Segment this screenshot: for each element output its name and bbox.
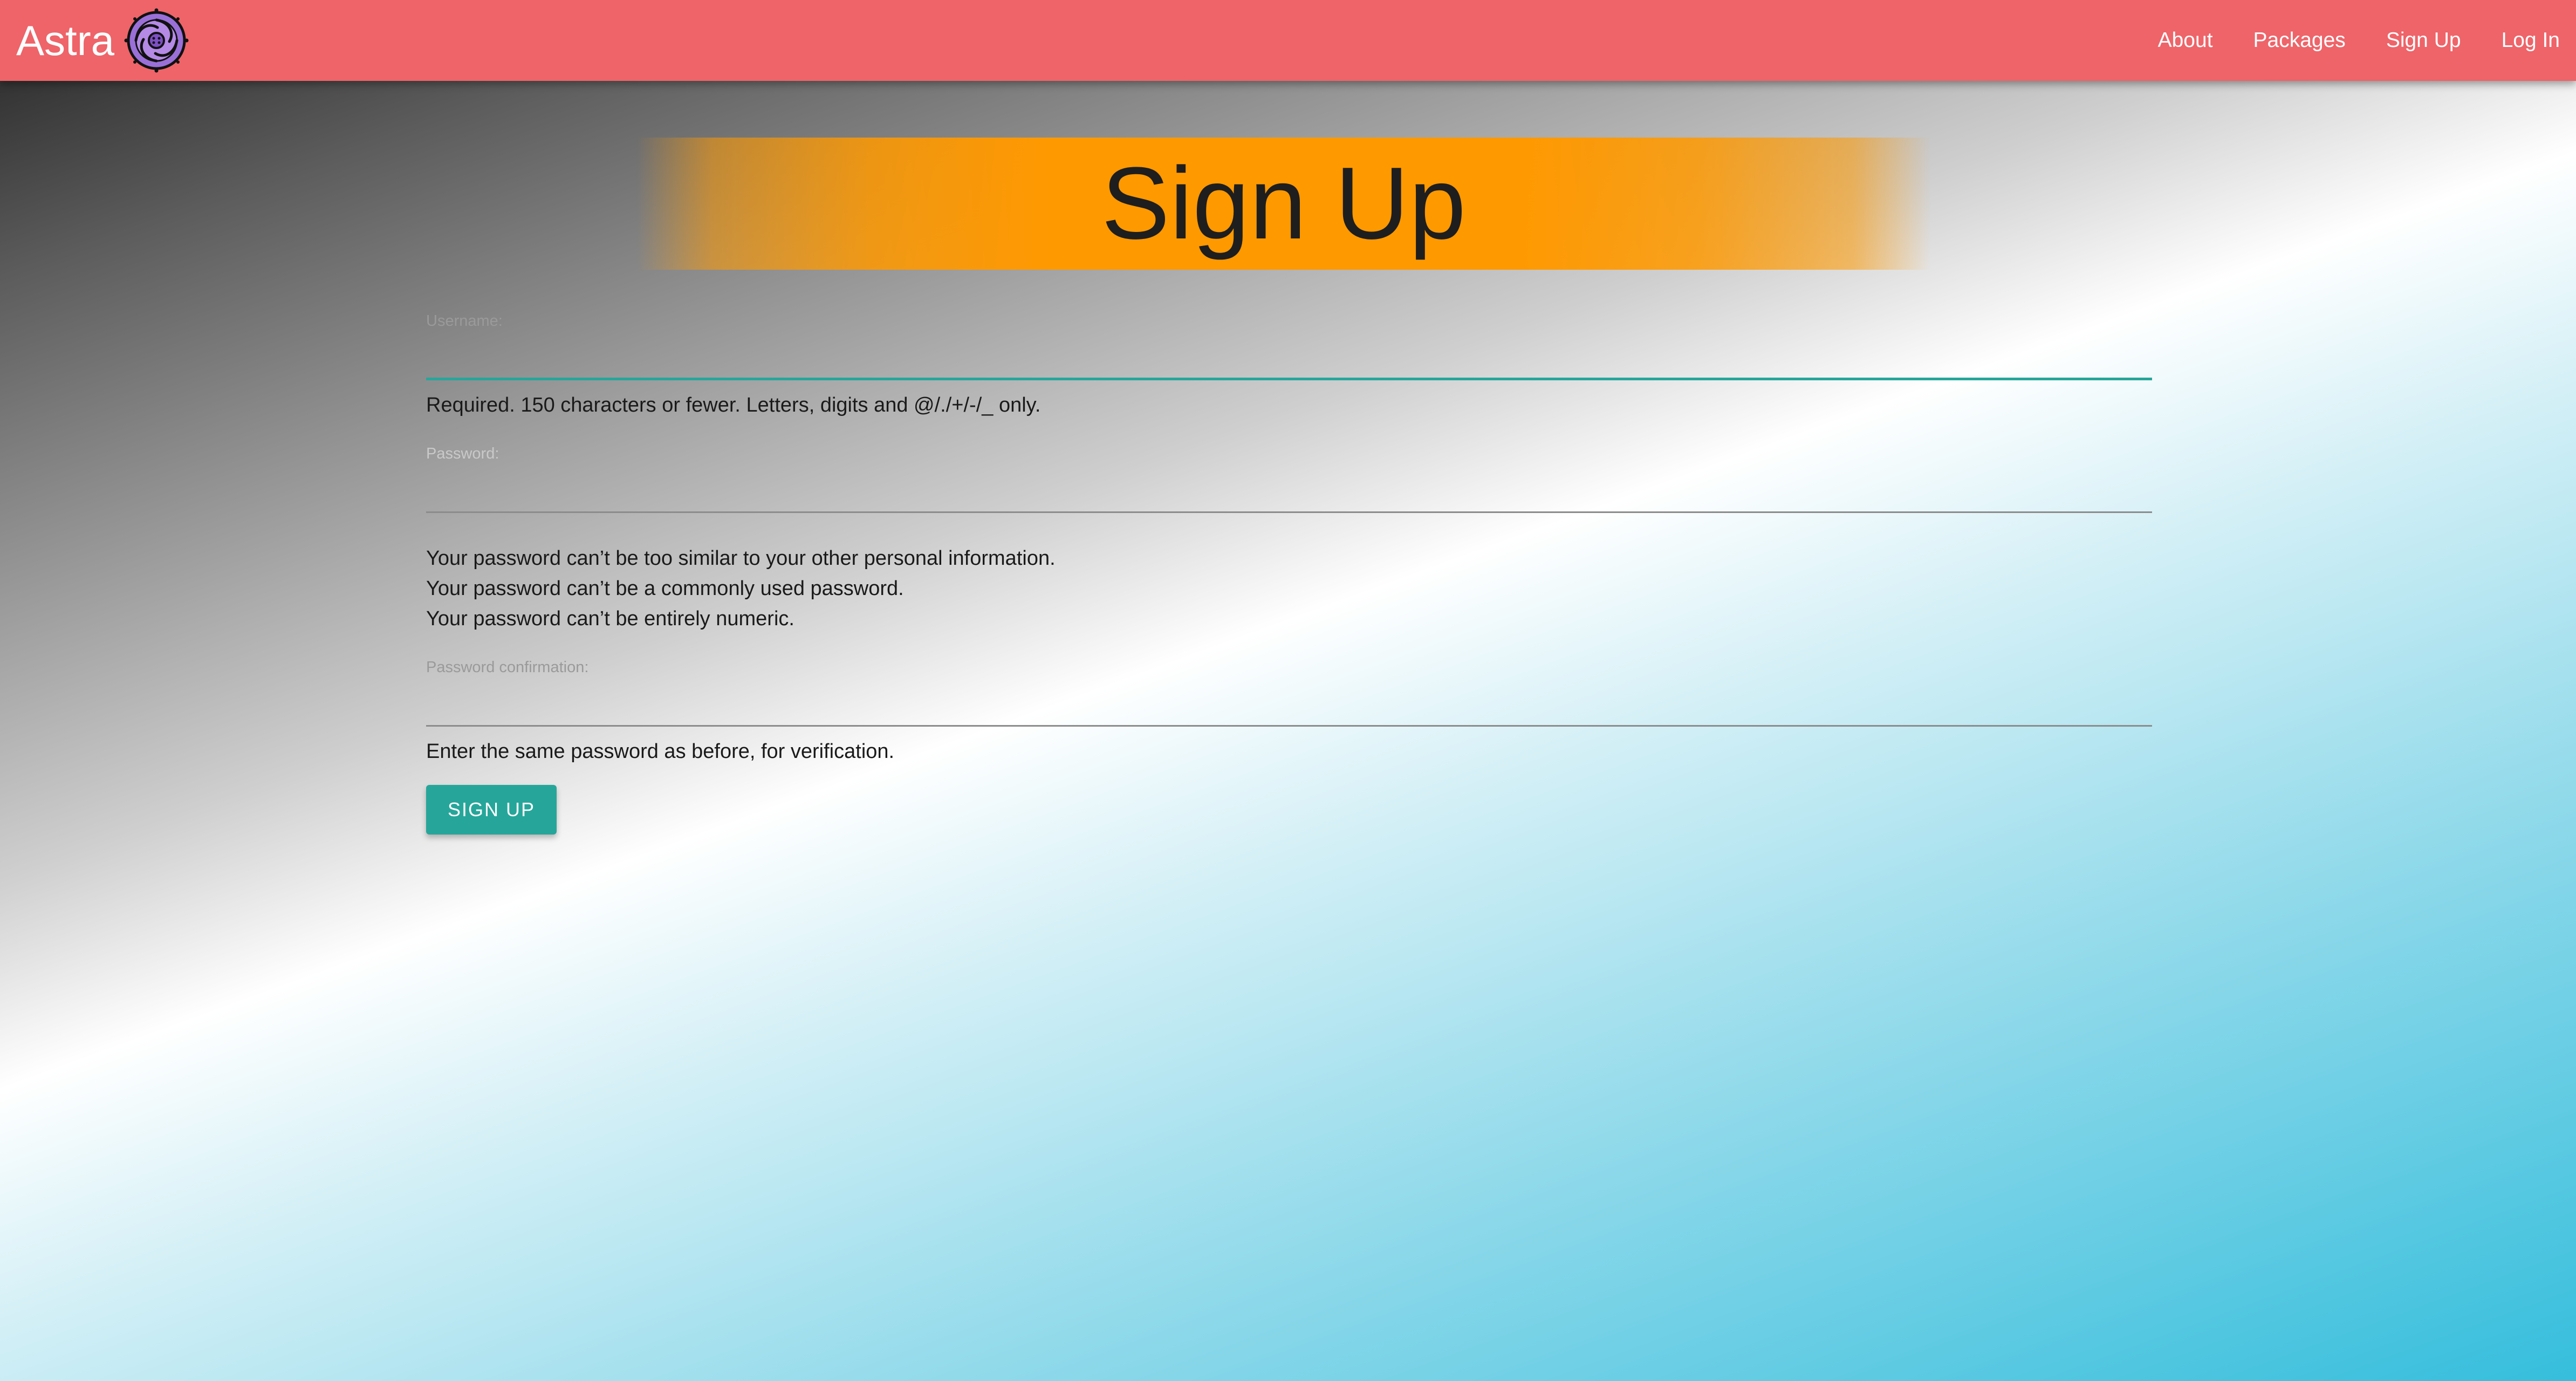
username-label: Username: [426,312,503,330]
password-confirmation-label: Password confirmation: [426,659,589,676]
password-confirmation-help-text: Enter the same password as before, for v… [426,740,895,763]
brand-name: Astra [16,17,115,64]
nav-links: About Packages Sign Up Log In [2118,0,2560,81]
password-help-list: Your password can’t be too similar to yo… [426,543,2152,634]
nav-link-log-in[interactable]: Log In [2502,29,2560,52]
nav-link-sign-up[interactable]: Sign Up [2386,29,2461,52]
username-input[interactable] [426,332,2152,380]
nav-link-packages[interactable]: Packages [2253,29,2346,52]
astra-spiral-logo-icon [124,8,189,73]
page-title: Sign Up [1101,146,1466,261]
password-input[interactable] [426,464,2152,513]
top-navbar: Astra About Packages Sign Up Log In [0,0,2576,81]
password-confirmation-input[interactable] [426,678,2152,727]
password-help-item: Your password can’t be a commonly used p… [426,577,904,600]
password-label: Password: [426,445,499,462]
sign-up-button[interactable]: SIGN UP [426,785,557,835]
title-banner: Sign Up [636,138,1931,270]
username-help-text: Required. 150 characters or fewer. Lette… [426,394,1041,416]
password-help-item: Your password can’t be too similar to yo… [426,547,1056,570]
signup-form: Username: Required. 150 characters or fe… [426,310,2152,835]
brand-link[interactable]: Astra [16,0,189,81]
password-help-item: Your password can’t be entirely numeric. [426,607,794,630]
nav-link-about[interactable]: About [2158,29,2213,52]
